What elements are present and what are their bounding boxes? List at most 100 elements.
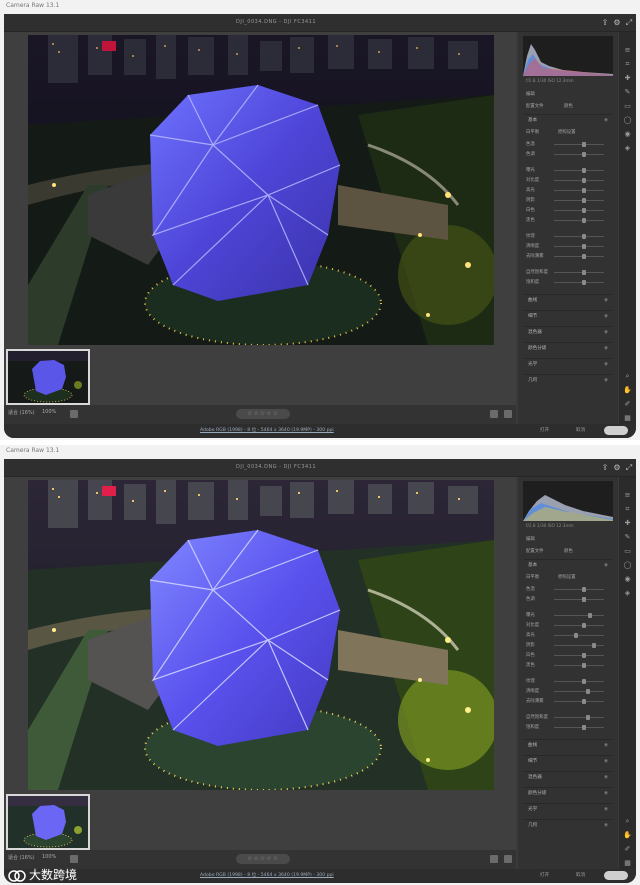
healing-icon[interactable]: ✚	[623, 519, 632, 527]
hand-icon[interactable]: ✋	[623, 386, 632, 394]
white-balance-row[interactable]: 白平衡 原照设置	[524, 573, 612, 582]
compare-icon[interactable]	[490, 855, 498, 863]
open-button[interactable]: 打开	[540, 427, 549, 433]
profile-row[interactable]: 配置文件 颜色	[524, 547, 612, 556]
slider-vibrance[interactable]: 自然饱和度	[524, 268, 612, 277]
done-button[interactable]	[604, 871, 628, 880]
slider-texture[interactable]: 纹理	[524, 232, 612, 241]
save-icon[interactable]: ⇪	[600, 463, 610, 473]
edit-icon[interactable]: ≡	[623, 46, 632, 54]
grid-icon[interactable]: ▦	[623, 859, 632, 867]
section-color-mixer[interactable]: 混色器 ◉	[524, 326, 612, 338]
section-detail[interactable]: 细节 ◉	[524, 755, 612, 767]
brush-icon[interactable]: ✎	[623, 533, 632, 541]
section-detail[interactable]: 细节 ◉	[524, 310, 612, 322]
slider-saturation[interactable]: 饱和度	[524, 723, 612, 732]
cancel-button[interactable]: 取消	[576, 872, 585, 878]
slider-vibrance[interactable]: 自然饱和度	[524, 713, 612, 722]
settings-icon[interactable]: ⚙	[612, 463, 622, 473]
grid-icon[interactable]: ▦	[623, 414, 632, 422]
slider-tint[interactable]: 色调	[524, 595, 612, 604]
section-color-grading[interactable]: 颜色分级 ◉	[524, 342, 612, 354]
radial-icon[interactable]: ◯	[623, 116, 632, 124]
redeye-icon[interactable]: ◉	[623, 575, 632, 583]
color-sampler-icon[interactable]: ✐	[623, 400, 632, 408]
settings-icon[interactable]: ⚙	[612, 18, 622, 28]
rating-stars[interactable]: ☆☆☆☆☆	[236, 854, 290, 864]
open-button[interactable]: 打开	[540, 872, 549, 878]
section-color-mixer[interactable]: 混色器 ◉	[524, 771, 612, 783]
gradient-icon[interactable]: ▭	[623, 547, 632, 555]
slider-saturation[interactable]: 饱和度	[524, 278, 612, 287]
workflow-options-link[interactable]: Adobe RGB (1998) - 8 位 - 5464 x 3640 (19…	[200, 872, 334, 878]
section-geometry[interactable]: 几何 ◉	[524, 374, 612, 386]
profile-row[interactable]: 配置文件 颜色	[524, 102, 612, 111]
slider-temperature[interactable]: 色温	[524, 140, 612, 149]
color-sampler-icon[interactable]: ✐	[623, 845, 632, 853]
slider-temperature[interactable]: 色温	[524, 585, 612, 594]
presets-icon[interactable]: ◈	[623, 589, 632, 597]
slider-exposure[interactable]: 曝光	[524, 611, 612, 620]
brush-icon[interactable]: ✎	[623, 88, 632, 96]
section-optics[interactable]: 光学 ◉	[524, 358, 612, 370]
section-optics[interactable]: 光学 ◉	[524, 803, 612, 815]
filmstrip-thumbnail[interactable]	[6, 794, 90, 850]
zoom-level[interactable]: 适合 (16%)	[8, 409, 35, 416]
fullscreen-icon[interactable]: ⤢	[624, 463, 634, 473]
section-geometry[interactable]: 几何 ◉	[524, 819, 612, 831]
section-color-grading[interactable]: 颜色分级 ◉	[524, 787, 612, 799]
zoom-level[interactable]: 适合 (16%)	[8, 854, 35, 861]
before-after-icon[interactable]	[504, 410, 512, 418]
edit-icon[interactable]: ≡	[623, 491, 632, 499]
slider-dehaze[interactable]: 去除薄雾	[524, 697, 612, 706]
slider-exposure[interactable]: 曝光	[524, 166, 612, 175]
presets-icon[interactable]: ◈	[623, 144, 632, 152]
radial-icon[interactable]: ◯	[623, 561, 632, 569]
zoom-icon[interactable]: ⌕	[623, 817, 632, 825]
gradient-icon[interactable]: ▭	[623, 102, 632, 110]
zoom-icon[interactable]: ⌕	[623, 372, 632, 380]
preview-photo[interactable]	[28, 35, 494, 345]
filmstrip-thumbnail[interactable]	[6, 349, 90, 405]
slider-whites[interactable]: 白色	[524, 206, 612, 215]
before-after-icon[interactable]	[504, 855, 512, 863]
preview-area: 适合 (16%) 100% ☆☆☆☆☆	[4, 477, 516, 869]
slider-contrast[interactable]: 对比度	[524, 176, 612, 185]
section-curve[interactable]: 曲线 ◉	[524, 294, 612, 306]
preview-photo[interactable]	[28, 480, 494, 790]
save-icon[interactable]: ⇪	[600, 18, 610, 28]
filmstrip-icon[interactable]	[70, 410, 78, 418]
crop-icon[interactable]: ⌗	[623, 60, 632, 68]
slider-texture[interactable]: 纹理	[524, 677, 612, 686]
healing-icon[interactable]: ✚	[623, 74, 632, 82]
slider-blacks[interactable]: 黑色	[524, 661, 612, 670]
slider-dehaze[interactable]: 去除薄雾	[524, 252, 612, 261]
slider-blacks[interactable]: 黑色	[524, 216, 612, 225]
slider-shadows[interactable]: 阴影	[524, 641, 612, 650]
crop-icon[interactable]: ⌗	[623, 505, 632, 513]
hand-icon[interactable]: ✋	[623, 831, 632, 839]
section-basic[interactable]: 基本 ◉	[524, 114, 612, 126]
fullscreen-icon[interactable]: ⤢	[624, 18, 634, 28]
slider-shadows[interactable]: 阴影	[524, 196, 612, 205]
zoom-percent[interactable]: 100%	[42, 409, 56, 415]
file-name: DJI_0034.DNG - DJI FC3411	[236, 464, 317, 470]
slider-highlights[interactable]: 高光	[524, 186, 612, 195]
section-basic[interactable]: 基本 ◉	[524, 559, 612, 571]
done-button[interactable]	[604, 426, 628, 435]
slider-clarity[interactable]: 清晰度	[524, 687, 612, 696]
white-balance-row[interactable]: 白平衡 原照设置	[524, 128, 612, 137]
workflow-options-link[interactable]: Adobe RGB (1998) - 8 位 - 5464 x 3640 (19…	[200, 427, 334, 433]
cancel-button[interactable]: 取消	[576, 427, 585, 433]
slider-clarity[interactable]: 清晰度	[524, 242, 612, 251]
zoom-percent[interactable]: 100%	[42, 854, 56, 860]
slider-contrast[interactable]: 对比度	[524, 621, 612, 630]
slider-highlights[interactable]: 高光	[524, 631, 612, 640]
rating-stars[interactable]: ☆☆☆☆☆	[236, 409, 290, 419]
compare-icon[interactable]	[490, 410, 498, 418]
filmstrip-icon[interactable]	[70, 855, 78, 863]
section-curve[interactable]: 曲线 ◉	[524, 739, 612, 751]
slider-tint[interactable]: 色调	[524, 150, 612, 159]
redeye-icon[interactable]: ◉	[623, 130, 632, 138]
slider-whites[interactable]: 白色	[524, 651, 612, 660]
